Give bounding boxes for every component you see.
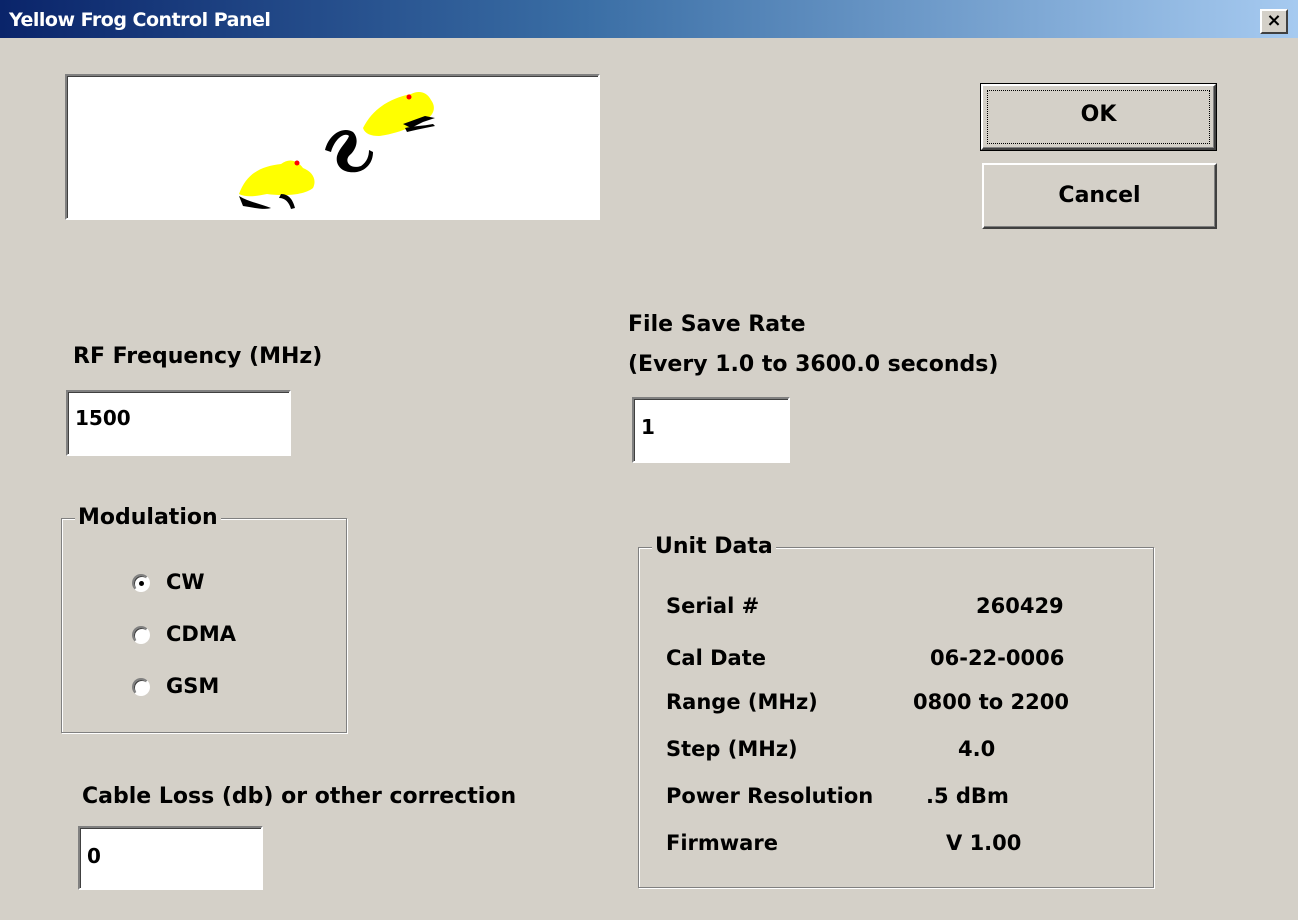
- radio-gsm[interactable]: [132, 678, 150, 696]
- radio-label-cw[interactable]: CW: [166, 570, 205, 594]
- cancel-button[interactable]: Cancel: [982, 163, 1217, 229]
- radio-cdma[interactable]: [132, 626, 150, 644]
- serial-value: 260429: [976, 594, 1064, 618]
- rf-frequency-value: 1500: [75, 406, 131, 430]
- ok-button-label: OK: [1080, 102, 1117, 127]
- cable-loss-label: Cable Loss (db) or other correction: [82, 784, 517, 809]
- rf-frequency-label: RF Frequency (MHz): [73, 344, 323, 369]
- unit-data-title: Unit Data: [652, 534, 776, 559]
- cable-loss-value: 0: [87, 844, 101, 868]
- radio-cw[interactable]: [132, 574, 150, 592]
- frog-logo-panel: [65, 74, 600, 220]
- yellow-frog-logo-icon: [239, 92, 435, 209]
- firmware-value: V 1.00: [946, 831, 1022, 855]
- cancel-button-label: Cancel: [1058, 183, 1141, 208]
- rf-frequency-input[interactable]: 1500: [66, 390, 291, 456]
- power-resolution-value: .5 dBm: [926, 784, 1009, 808]
- power-resolution-label: Power Resolution: [666, 784, 874, 808]
- close-icon: ×: [1266, 10, 1282, 31]
- serial-label: Serial #: [666, 594, 760, 618]
- step-label: Step (MHz): [666, 737, 798, 761]
- ok-button[interactable]: OK: [980, 83, 1217, 151]
- range-label: Range (MHz): [666, 690, 818, 714]
- file-save-rate-input[interactable]: 1: [632, 397, 790, 463]
- title-bar: Yellow Frog Control Panel ×: [0, 0, 1298, 38]
- cable-loss-input[interactable]: 0: [78, 826, 263, 890]
- cal-date-value: 06-22-0006: [930, 646, 1065, 670]
- modulation-title: Modulation: [75, 505, 221, 530]
- file-save-rate-range-label: (Every 1.0 to 3600.0 seconds): [628, 352, 999, 377]
- firmware-label: Firmware: [666, 831, 778, 855]
- radio-label-gsm[interactable]: GSM: [166, 674, 219, 698]
- step-value: 4.0: [958, 737, 996, 761]
- range-value: 0800 to 2200: [913, 690, 1069, 714]
- close-button[interactable]: ×: [1260, 9, 1288, 34]
- radio-label-cdma[interactable]: CDMA: [166, 622, 236, 646]
- window-title: Yellow Frog Control Panel: [9, 9, 271, 31]
- cal-date-label: Cal Date: [666, 646, 766, 670]
- file-save-rate-value: 1: [641, 415, 655, 439]
- file-save-rate-label: File Save Rate: [628, 312, 806, 337]
- radio-selected-dot: [139, 581, 144, 586]
